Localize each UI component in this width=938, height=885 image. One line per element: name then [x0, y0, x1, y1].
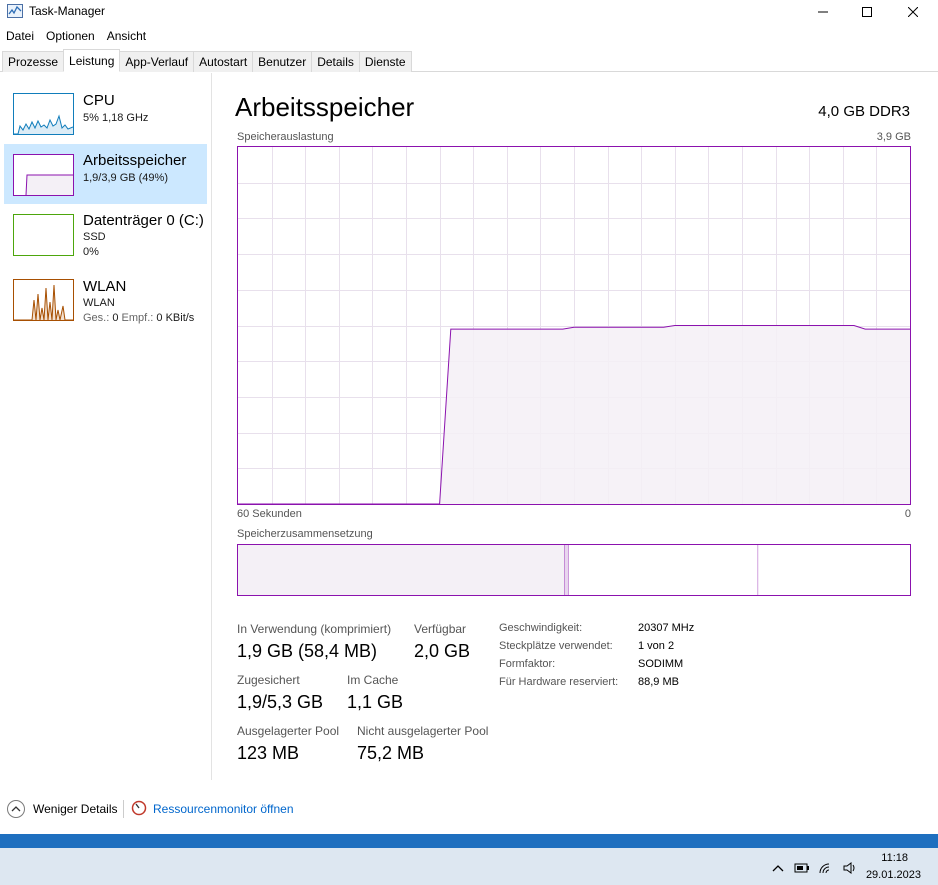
nonpaged-pool-value: 75,2 MB: [357, 743, 425, 763]
sidebar-disk-usage: 0%: [83, 246, 99, 258]
task-manager-icon: [7, 4, 23, 18]
sidebar-wlan-sub: WLAN: [83, 297, 115, 309]
slots-label: Steckplätze verwendet:: [499, 640, 613, 652]
chart-time-right: 0: [904, 508, 911, 520]
tab-leistung[interactable]: Leistung: [63, 49, 121, 72]
composition-in-use: [238, 545, 565, 595]
disk-graph-icon: [13, 214, 74, 256]
memory-spec: 4,0 GB DDR3: [818, 103, 910, 120]
composition-label: Speicherzusammensetzung: [237, 528, 373, 540]
speed-value: 20307 MHz: [638, 622, 695, 634]
wlan-send-value: 0: [112, 312, 119, 324]
available-label: Verfügbar: [414, 622, 467, 636]
paged-pool-value: 123 MB: [237, 743, 300, 763]
menu-bar: Datei Optionen Ansicht: [0, 27, 152, 45]
resource-monitor-icon[interactable]: [131, 800, 147, 816]
menu-ansicht[interactable]: Ansicht: [101, 27, 152, 45]
tab-bar: Prozesse Leistung App-Verlauf Autostart …: [0, 49, 938, 72]
clock-time[interactable]: 11:18: [881, 852, 908, 864]
cached-label: Im Cache: [347, 673, 399, 687]
title-bar: Task-Manager: [0, 0, 938, 24]
sidebar-item-cpu[interactable]: CPU 5% 1,18 GHz: [4, 90, 207, 150]
hw-reserved-value: 88,9 MB: [638, 676, 679, 688]
committed-label: Zugesichert: [237, 673, 300, 687]
slots-value: 1 von 2: [638, 640, 675, 652]
memory-composition-bar: [237, 544, 911, 596]
fewer-details-link[interactable]: Weniger Details: [33, 802, 117, 816]
sidebar-disk-type: SSD: [83, 231, 106, 243]
composition-free: [758, 545, 910, 595]
sidebar-item-disk[interactable]: Datenträger 0 (C:) SSD 0%: [4, 206, 207, 266]
tab-autostart[interactable]: Autostart: [193, 51, 254, 72]
desktop-background-strip: [0, 834, 938, 848]
chevron-up-icon: [11, 806, 21, 812]
clock-date[interactable]: 29.01.2023: [866, 869, 921, 881]
page-title: Arbeitsspeicher: [235, 92, 415, 122]
usage-chart-label: Speicherauslastung: [237, 131, 334, 143]
usage-area: [238, 325, 910, 504]
composition-standby: [568, 545, 759, 595]
sidebar-memory-sub: 1,9/3,9 GB (49%): [83, 172, 168, 184]
footer: Weniger Details Ressourcenmonitor öffnen: [0, 792, 938, 824]
cpu-graph-icon: [13, 93, 74, 135]
in-use-value: 1,9 GB (58,4 MB): [237, 641, 378, 661]
chart-time-left: 60 Sekunden: [237, 508, 302, 520]
tab-app-verlauf[interactable]: App-Verlauf: [119, 51, 195, 72]
hw-reserved-label: Für Hardware reserviert:: [499, 676, 619, 688]
nonpaged-pool-label: Nicht ausgelagerter Pool: [357, 724, 489, 738]
fewer-details-button[interactable]: [7, 800, 25, 818]
menu-datei[interactable]: Datei: [0, 27, 40, 45]
form-factor-label: Formfaktor:: [499, 658, 556, 670]
taskbar: 11:18 29.01.2023: [0, 848, 938, 885]
close-icon: [908, 7, 918, 17]
sidebar-item-wlan[interactable]: WLAN WLAN Ges.: 0 Empf.: 0 KBit/s: [4, 273, 207, 333]
maximize-icon: [862, 7, 872, 17]
tab-benutzer[interactable]: Benutzer: [252, 51, 313, 72]
sidebar-cpu-title: CPU: [83, 92, 115, 109]
committed-value: 1,9/5,3 GB: [237, 692, 324, 712]
sidebar-memory-title: Arbeitsspeicher: [83, 152, 187, 169]
footer-separator: [123, 800, 124, 818]
performance-sidebar: CPU 5% 1,18 GHz Arbeitsspeicher 1,9/3,9 …: [0, 73, 212, 780]
form-factor-value: SODIMM: [638, 658, 684, 670]
paged-pool-label: Ausgelagerter Pool: [237, 724, 340, 738]
battery-icon[interactable]: [794, 860, 810, 876]
wifi-icon[interactable]: [818, 860, 834, 876]
memory-usage-plot: [238, 147, 910, 505]
wlan-recv-label: Empf.:: [121, 312, 154, 324]
wlan-send-label: Ges.:: [83, 312, 110, 324]
available-value: 2,0 GB: [414, 641, 471, 661]
memory-graph-icon: [13, 154, 74, 196]
maximize-button[interactable]: [844, 0, 890, 24]
in-use-label: In Verwendung (komprimiert): [237, 622, 392, 636]
minimize-button[interactable]: [800, 0, 846, 24]
wlan-recv-value: 0 KBit/s: [156, 312, 195, 324]
sidebar-cpu-sub: 5% 1,18 GHz: [83, 112, 149, 124]
tab-details[interactable]: Details: [311, 51, 360, 72]
speed-label: Geschwindigkeit:: [499, 622, 583, 634]
close-button[interactable]: [890, 0, 936, 24]
sidebar-disk-title: Datenträger 0 (C:): [83, 212, 204, 229]
tab-dienste[interactable]: Dienste: [358, 51, 412, 72]
resource-monitor-link[interactable]: Ressourcenmonitor öffnen: [153, 802, 294, 816]
memory-usage-chart: [237, 146, 911, 505]
wlan-graph-icon: [13, 279, 74, 321]
sidebar-item-memory[interactable]: Arbeitsspeicher 1,9/3,9 GB (49%): [4, 144, 207, 204]
tab-prozesse[interactable]: Prozesse: [2, 51, 65, 72]
usage-chart-max: 3,9 GB: [876, 131, 911, 143]
speaker-icon[interactable]: [842, 860, 858, 876]
chevron-up-tray-icon[interactable]: [770, 860, 786, 876]
sidebar-wlan-rates: Ges.: 0 Empf.: 0 KBit/s: [83, 312, 194, 324]
sidebar-wlan-title: WLAN: [83, 278, 127, 295]
composition-modified: [564, 545, 569, 595]
window-title: Task-Manager: [29, 4, 106, 18]
menu-optionen[interactable]: Optionen: [40, 27, 101, 45]
memory-composition-plot: [238, 545, 910, 595]
cached-value: 1,1 GB: [347, 692, 404, 712]
minimize-icon: [818, 11, 828, 13]
